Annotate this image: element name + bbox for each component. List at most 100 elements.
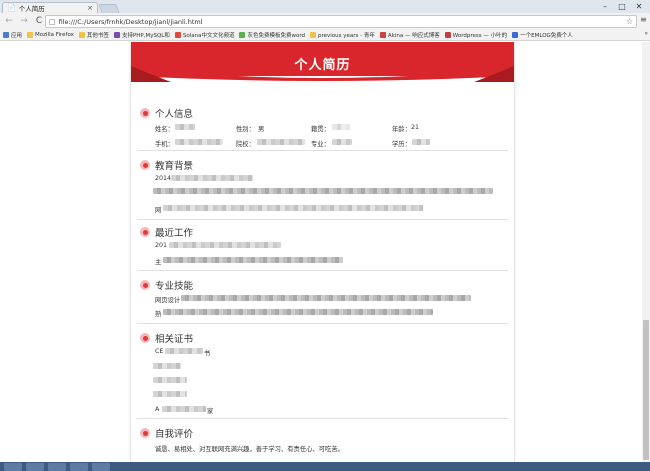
section-divider xyxy=(137,219,508,220)
taskbar-app-icon[interactable] xyxy=(26,463,44,471)
section-title: 个人信息 xyxy=(155,109,194,120)
resume-card: 个人简历 个人信息 姓名： 性别： 男 籍贯： 年龄： 21 手机： 院校： 专… xyxy=(131,42,514,462)
section-title: 自我评价 xyxy=(155,429,194,440)
section-title: 专业技能 xyxy=(155,281,194,292)
resume-title: 个人简历 xyxy=(294,58,351,73)
tab-close-icon[interactable]: × xyxy=(87,4,93,12)
major-label: 专业： xyxy=(311,141,330,148)
cert-last-prefix: A xyxy=(155,406,160,413)
bookmark-item[interactable]: 一个EMLOG免费个人 xyxy=(512,31,573,39)
minimize-icon[interactable]: – xyxy=(596,0,614,12)
page-icon: 📄 xyxy=(7,4,16,12)
bookmark-label: Akina — 响应式博客 xyxy=(387,32,440,39)
school-value-blurred xyxy=(257,139,305,145)
bookmark-item[interactable]: Wordpress — 小叶的 xyxy=(444,31,508,39)
name-value-blurred xyxy=(175,124,195,130)
section-title: 相关证书 xyxy=(155,334,194,345)
back-icon[interactable]: ← xyxy=(3,15,15,27)
cert-line1-prefix: CE xyxy=(155,348,164,355)
work-period-blurred xyxy=(169,242,281,248)
gender-value: 男 xyxy=(258,126,265,133)
bookmark-icon xyxy=(174,31,181,38)
work-line2-prefix: 主 xyxy=(155,259,162,266)
bookmark-item[interactable]: 灰色免费模板免费word xyxy=(239,31,305,39)
self-evaluation-text: 诚恳、易相处、对互联网充满兴趣，善于学习、有责任心、可吃苦。 xyxy=(155,446,344,453)
phone-label: 手机： xyxy=(155,141,174,148)
gender-label: 性别： xyxy=(236,126,255,133)
education-year: 2014 xyxy=(155,175,172,182)
bookmark-item[interactable]: previous years - 青年 xyxy=(310,31,375,39)
reload-icon[interactable]: C xyxy=(33,15,45,27)
section-bullet-icon xyxy=(140,227,150,237)
bookmark-star-icon[interactable]: ☆ xyxy=(626,17,633,26)
taskbar-app-icon[interactable] xyxy=(48,463,66,471)
bookmark-icon xyxy=(310,31,316,38)
bookmark-label: 一个EMLOG免费个人 xyxy=(520,32,573,39)
maximize-icon[interactable]: □ xyxy=(613,0,631,12)
bookmark-item[interactable]: Mozilla Firefox xyxy=(27,31,74,38)
bookmark-item[interactable]: Akina — 响应式博客 xyxy=(379,31,440,39)
start-button[interactable] xyxy=(4,463,22,471)
education-period-blurred xyxy=(171,175,253,181)
cert-line1-blurred xyxy=(165,348,203,354)
vertical-scrollbar[interactable] xyxy=(642,42,650,462)
degree-value-blurred xyxy=(412,139,430,145)
scrollbar-thumb[interactable] xyxy=(643,320,649,460)
phone-value-blurred xyxy=(175,139,223,145)
cert-line3-blurred xyxy=(153,377,187,383)
address-bar[interactable]: □ file:///C:/Users/frnhk/Desktop/jianl/j… xyxy=(45,15,637,28)
school-label: 院校： xyxy=(236,141,255,148)
section-divider xyxy=(137,270,508,271)
bookmark-icon xyxy=(239,31,246,38)
bookmark-icon xyxy=(78,31,85,38)
age-value: 21 xyxy=(411,124,420,131)
bookmark-label: 支持PHP,MySQL和 xyxy=(121,32,170,39)
cert-line1-suffix: 书 xyxy=(204,350,211,357)
bookmark-item[interactable]: 支持PHP,MySQL和 xyxy=(113,31,170,39)
window-titlebar: 📄 个人简历 × – □ ✕ xyxy=(0,0,650,13)
os-taskbar xyxy=(0,462,650,471)
bookmark-icon xyxy=(444,31,451,38)
bookmark-label: 其他书签 xyxy=(86,32,109,39)
browser-tab[interactable]: 📄 个人简历 × xyxy=(2,2,98,13)
bookmark-label: Wordpress — 小叶的 xyxy=(452,32,508,39)
education-line3-blurred xyxy=(163,205,423,211)
section-bullet-icon xyxy=(140,280,150,290)
section-bullet-icon xyxy=(140,108,150,118)
bookmark-label: 灰色免费模板免费word xyxy=(247,32,305,39)
bookmark-item[interactable]: 其他书签 xyxy=(78,31,109,39)
section-divider xyxy=(137,418,508,419)
origin-value-blurred xyxy=(332,124,350,130)
address-url[interactable]: file:///C:/Users/frnhk/Desktop/jianl/jia… xyxy=(59,18,626,26)
section-divider xyxy=(137,150,508,151)
bookmark-item[interactable]: 应用 xyxy=(3,31,22,39)
degree-label: 学历： xyxy=(392,141,411,148)
major-value-blurred xyxy=(332,139,352,145)
new-tab-button[interactable] xyxy=(98,4,120,13)
file-icon: □ xyxy=(49,17,56,26)
bookmarks-bar: 应用 Mozilla Firefox 其他书签 支持PHP,MySQL和 Solana中… xyxy=(0,29,650,41)
education-detail-blurred xyxy=(153,188,493,194)
taskbar-app-icon[interactable] xyxy=(70,463,88,471)
cert-last-blurred xyxy=(162,406,206,412)
education-line3-prefix: 网 xyxy=(155,207,162,214)
more-bookmarks-icon[interactable]: » xyxy=(644,30,648,37)
work-detail-blurred xyxy=(163,257,343,263)
section-title: 最近工作 xyxy=(155,228,194,239)
bookmark-label: Mozilla Firefox xyxy=(35,31,74,38)
bookmark-icon xyxy=(379,31,386,38)
cert-line4-blurred xyxy=(153,391,187,397)
taskbar-app-icon[interactable] xyxy=(92,463,110,471)
forward-icon[interactable]: → xyxy=(18,15,30,27)
bookmark-label: previous years - 青年 xyxy=(318,32,375,39)
section-bullet-icon xyxy=(140,333,150,343)
close-window-icon[interactable]: ✕ xyxy=(630,0,648,12)
bookmark-label: Solana中文文化频道 xyxy=(182,32,235,39)
skills-line2-prefix: 熟 xyxy=(155,311,162,318)
cert-last-suffix: 家 xyxy=(207,408,214,415)
skills-line1-prefix: 网页设计 xyxy=(155,297,181,304)
menu-icon[interactable]: ≡ xyxy=(640,15,647,24)
section-bullet-icon xyxy=(140,160,150,170)
bookmark-item[interactable]: Solana中文文化频道 xyxy=(174,31,235,39)
section-bullet-icon xyxy=(140,428,150,438)
